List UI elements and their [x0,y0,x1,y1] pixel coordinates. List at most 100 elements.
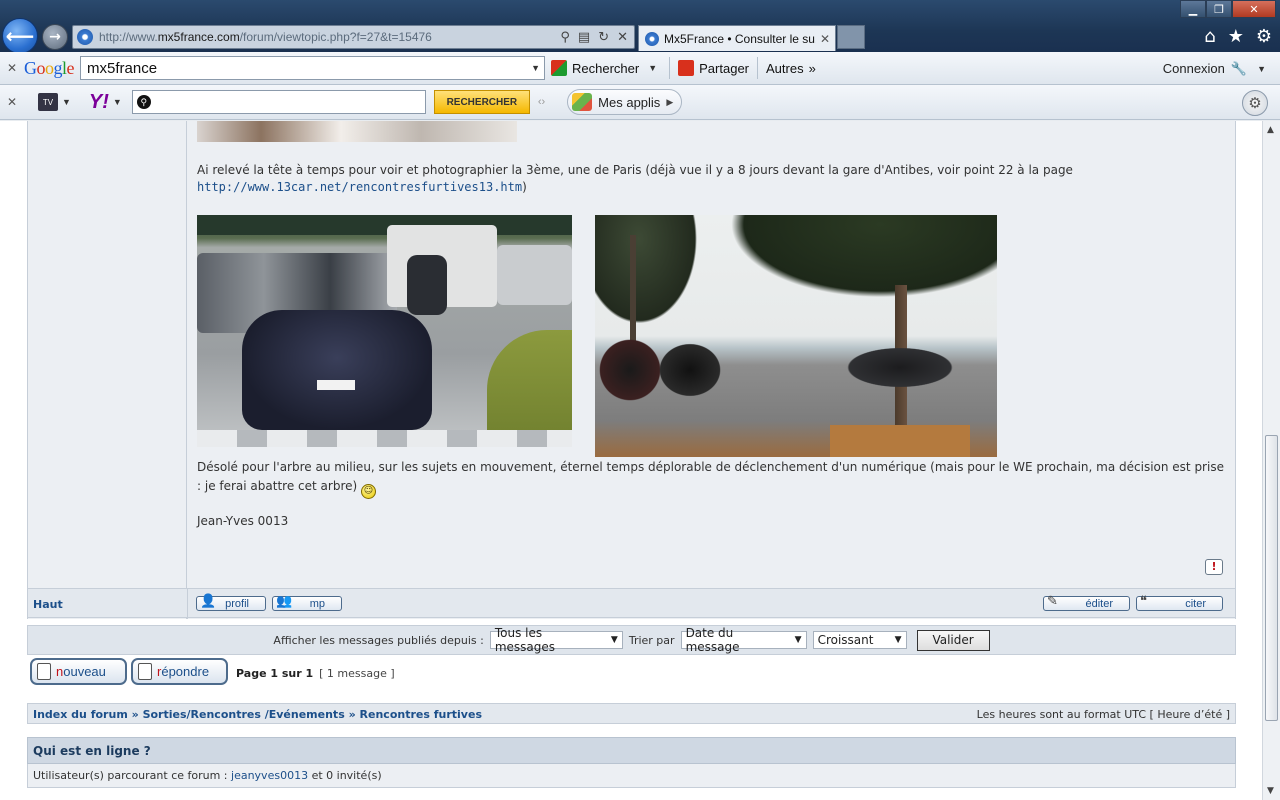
browser-titlebar: ⟵ → http://www.mx5france.com/forum/viewt… [0,0,1280,54]
breadcrumb: Index du forum » Sorties/Rencontres /Evé… [33,708,482,721]
show-since-label: Afficher les messages publiés depuis : [273,633,484,647]
divider [669,57,671,79]
edit-button[interactable]: ✎ éditer [1043,593,1130,611]
post-paragraph: Désolé pour l'arbre au milieu, sur les s… [197,458,1227,499]
forum-post: Ai relevé la tête à temps pour voir et p… [27,121,1236,619]
google-search-button[interactable]: Rechercher ▼ [545,55,667,81]
online-user-link[interactable]: jeanyves0013 [231,769,308,782]
back-button[interactable]: ⟵ [2,18,38,54]
chevron-down-icon: ▼ [610,635,618,645]
chevron-right-icon: ▶ [666,96,674,107]
divider [757,57,759,79]
arrow-right-icon: → [49,29,61,45]
scroll-up-icon[interactable]: ▲ [1267,125,1274,135]
tab-favicon-icon [645,31,659,46]
user-icon: 👤 [200,593,217,608]
google-search-input[interactable]: mx5france ▼ [80,56,546,80]
close-window-button[interactable]: ✕ [1232,0,1276,18]
refresh-icon[interactable]: ↻ [598,30,609,45]
breadcrumb-item-index[interactable]: Index du forum [33,708,128,721]
sort-by-label: Trier par [628,633,675,647]
compat-view-icon[interactable]: ▤ [578,30,590,45]
new-topic-button[interactable]: n ouveau [30,658,127,685]
breadcrumb-item-category[interactable]: Sorties/Rencontres /Evénements [143,708,345,721]
close-toolbar-icon[interactable]: ✕ [0,95,24,109]
url-text[interactable]: http://www.mx5france.com/forum/viewtopic… [99,30,560,44]
yahoo-toolbar: ✕ TV ▼ Y! ▼ ⚲ RECHERCHER ‹› Mes applis ▶… [0,85,1280,120]
login-label: Connexion [1162,61,1225,76]
share-button[interactable]: Partager [672,55,755,81]
who-is-online-heading: Qui est en ligne ? [27,737,1236,764]
tv-icon[interactable]: TV [38,93,58,111]
close-toolbar-icon[interactable]: ✕ [0,61,24,75]
sort-options-bar: Afficher les messages publiés depuis : T… [27,625,1236,655]
document-icon [37,663,51,680]
external-link[interactable]: http://www.13car.net/rencontresfurtives1… [197,180,522,194]
maximize-button[interactable]: ❐ [1206,0,1232,18]
breadcrumb-item-forum[interactable]: Rencontres furtives [360,708,482,721]
post-image-partial [197,121,517,142]
chevron-down-icon: ▼ [794,635,802,645]
yahoo-logo[interactable]: Y! [89,91,109,114]
home-icon[interactable]: ⌂ [1204,26,1215,47]
yahoo-search-input[interactable]: ⚲ [131,90,426,114]
login-button[interactable]: Connexion 🔧 ▼ [1163,52,1270,85]
submit-sort-button[interactable]: Valider [916,629,990,651]
site-favicon-icon [77,29,93,45]
report-post-icon[interactable]: ! [1205,559,1223,575]
favorites-star-icon[interactable]: ★ [1228,26,1244,47]
minimize-button[interactable]: ▁ [1180,0,1206,18]
back-to-top-link[interactable]: Haut [33,598,63,611]
post-paragraph: Ai relevé la tête à temps pour voir et p… [197,163,1073,194]
sort-by-select[interactable]: Date du message ▼ [680,626,807,654]
message-count: [ 1 message ] [319,667,395,680]
new-tab-button[interactable] [837,25,865,49]
apps-icon [572,93,593,111]
address-bar[interactable]: http://www.mx5france.com/forum/viewtopic… [72,25,635,49]
smiley-face-icon: ☺ [361,484,376,499]
document-icon [138,663,152,680]
url-prefix: http://www. [99,30,158,44]
my-apps-button[interactable]: Mes applis ▶ [567,89,683,115]
wrench-icon[interactable]: 🔧 [1231,61,1247,77]
chevron-down-icon[interactable]: ▼ [62,97,71,107]
tools-gear-icon[interactable]: ⚙ [1256,26,1272,47]
grip-icon[interactable]: ‹› [538,96,545,108]
scroll-down-icon[interactable]: ▼ [1267,786,1274,796]
quote-button[interactable]: ❝ citer [1136,593,1223,611]
forward-button[interactable]: → [42,24,68,50]
google-toolbar: ✕ Google mx5france ▼ Rechercher ▼ Partag… [0,52,1280,85]
private-message-button[interactable]: 👥 mp [272,593,342,611]
pencil-icon: ✎ [1047,593,1058,608]
vertical-scrollbar[interactable]: ▲ ▼ [1262,121,1280,800]
more-button[interactable]: Autres » [760,55,822,81]
chevron-down-icon: ▼ [648,63,658,73]
yahoo-search-button[interactable]: RECHERCHER [433,90,530,114]
browser-tab[interactable]: Mx5France • Consulter le su... ✕ [638,25,836,51]
post-photo-car-road [197,215,572,447]
magnifier-icon: ⚲ [136,95,151,109]
google-logo: Google [24,57,75,78]
show-since-select[interactable]: Tous les messages ▼ [489,626,623,654]
sort-order-select[interactable]: Croissant ▼ [812,631,907,649]
share-label: Partager [699,60,750,76]
profile-button[interactable]: 👤 profil [196,593,266,611]
chevron-down-icon[interactable]: ▼ [531,63,540,73]
tab-title: Mx5France • Consulter le su... [664,31,816,46]
my-apps-label: Mes applis [598,94,661,110]
divider [187,589,188,619]
google-search-label: Rechercher [572,60,640,76]
reply-button[interactable]: r épondre [131,658,228,685]
scrollbar-thumb[interactable] [1265,435,1278,721]
who-is-online-list: Utilisateur(s) parcourant ce forum : jea… [27,764,1236,788]
chevron-down-icon: ▼ [894,635,902,645]
google-search-icon [551,60,568,76]
chevron-down-icon[interactable]: ▼ [113,97,122,107]
stop-icon[interactable]: ✕ [617,30,628,45]
tab-close-icon[interactable]: ✕ [820,32,830,46]
search-icon[interactable]: ⚲ [560,30,570,45]
toolbar-settings-gear-icon[interactable]: ⚙ [1242,90,1268,116]
post-photo-seaside-tree [595,215,997,457]
users-icon: 👥 [276,593,293,608]
more-label: Autres [766,60,804,76]
